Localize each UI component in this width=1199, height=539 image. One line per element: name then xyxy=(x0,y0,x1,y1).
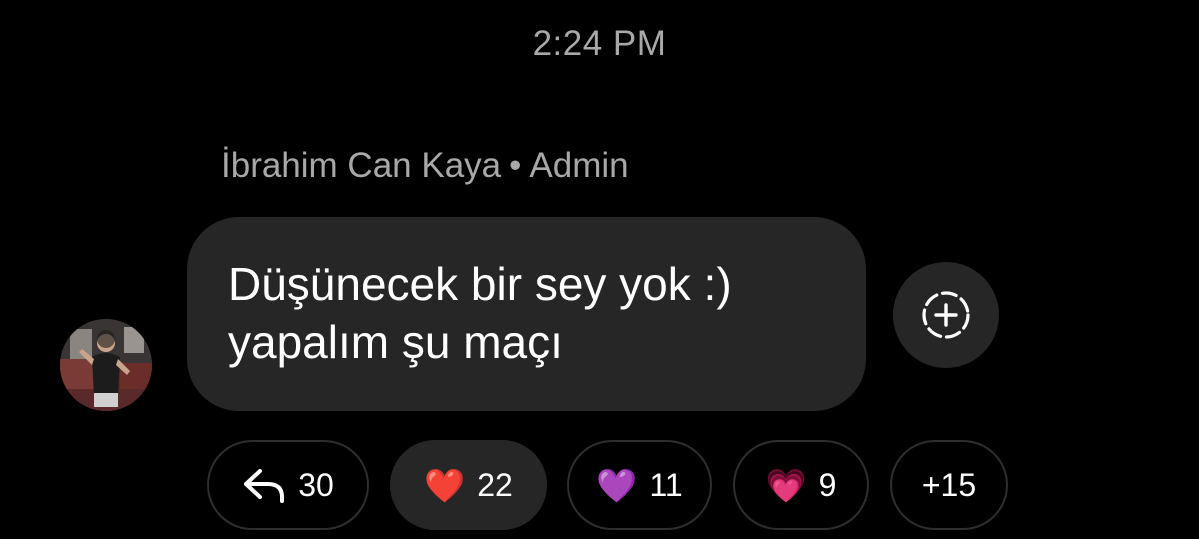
separator-dot: • xyxy=(509,146,522,185)
profile-photo xyxy=(60,319,152,411)
reply-arrow-icon xyxy=(242,465,288,505)
message-timestamp: 2:24 PM xyxy=(532,24,667,63)
reaction-red-heart[interactable]: ❤️ 22 xyxy=(390,440,547,530)
sender-role: Admin xyxy=(529,146,629,185)
purple-heart-count: 11 xyxy=(649,466,683,503)
red-heart-icon: ❤️ xyxy=(424,466,466,504)
pink-heart-icon: 💗 xyxy=(765,466,807,504)
sender-line: İbrahim Can Kaya • Admin xyxy=(221,146,629,186)
message-bubble[interactable]: Düşünecek bir sey yok :) yapalım şu maçı xyxy=(187,217,866,411)
add-reaction-icon xyxy=(922,291,970,339)
message-text-line-1: Düşünecek bir sey yok :) xyxy=(228,258,732,310)
sender-name[interactable]: İbrahim Can Kaya xyxy=(221,146,501,185)
more-reactions-label: +15 xyxy=(921,466,977,503)
avatar[interactable] xyxy=(60,319,152,411)
add-reaction-button[interactable] xyxy=(893,262,999,368)
reaction-pink-heart[interactable]: 💗 9 xyxy=(733,440,869,530)
message-text-line-2: yapalım şu maçı xyxy=(228,316,563,368)
more-reactions-button[interactable]: +15 xyxy=(890,440,1008,530)
pink-heart-count: 9 xyxy=(818,466,837,503)
reply-count-button[interactable]: 30 xyxy=(207,440,369,530)
reaction-purple-heart[interactable]: 💜 11 xyxy=(567,440,712,530)
reply-count: 30 xyxy=(298,466,334,503)
purple-heart-icon: 💜 xyxy=(596,466,638,504)
red-heart-count: 22 xyxy=(477,466,513,503)
